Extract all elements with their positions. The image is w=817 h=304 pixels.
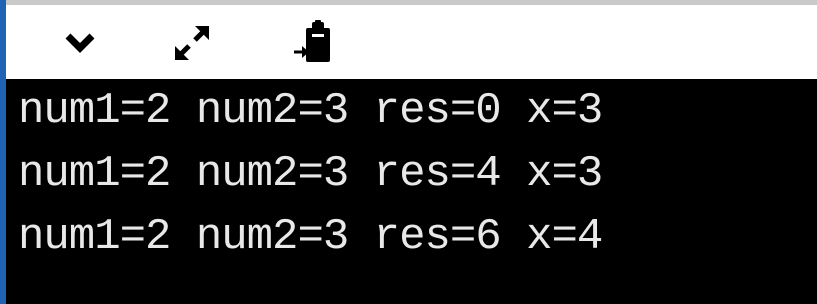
console-line: num1=2 num2=3 res=4 x=3 bbox=[18, 149, 603, 199]
console-line: num1=2 num2=3 res=0 x=3 bbox=[18, 86, 603, 136]
collapse-button[interactable] bbox=[54, 17, 106, 69]
toolbar bbox=[6, 5, 817, 79]
console-window: num1=2 num2=3 res=0 x=3 num1=2 num2=3 re… bbox=[0, 0, 817, 304]
clipboard-paste-icon bbox=[292, 18, 336, 68]
chevron-down-icon bbox=[65, 32, 95, 54]
expand-icon bbox=[169, 20, 215, 66]
maximize-button[interactable] bbox=[166, 17, 218, 69]
paste-button[interactable] bbox=[288, 17, 340, 69]
console-line: num1=2 num2=3 res=6 x=4 bbox=[18, 212, 603, 262]
console-output: num1=2 num2=3 res=0 x=3 num1=2 num2=3 re… bbox=[6, 79, 817, 304]
